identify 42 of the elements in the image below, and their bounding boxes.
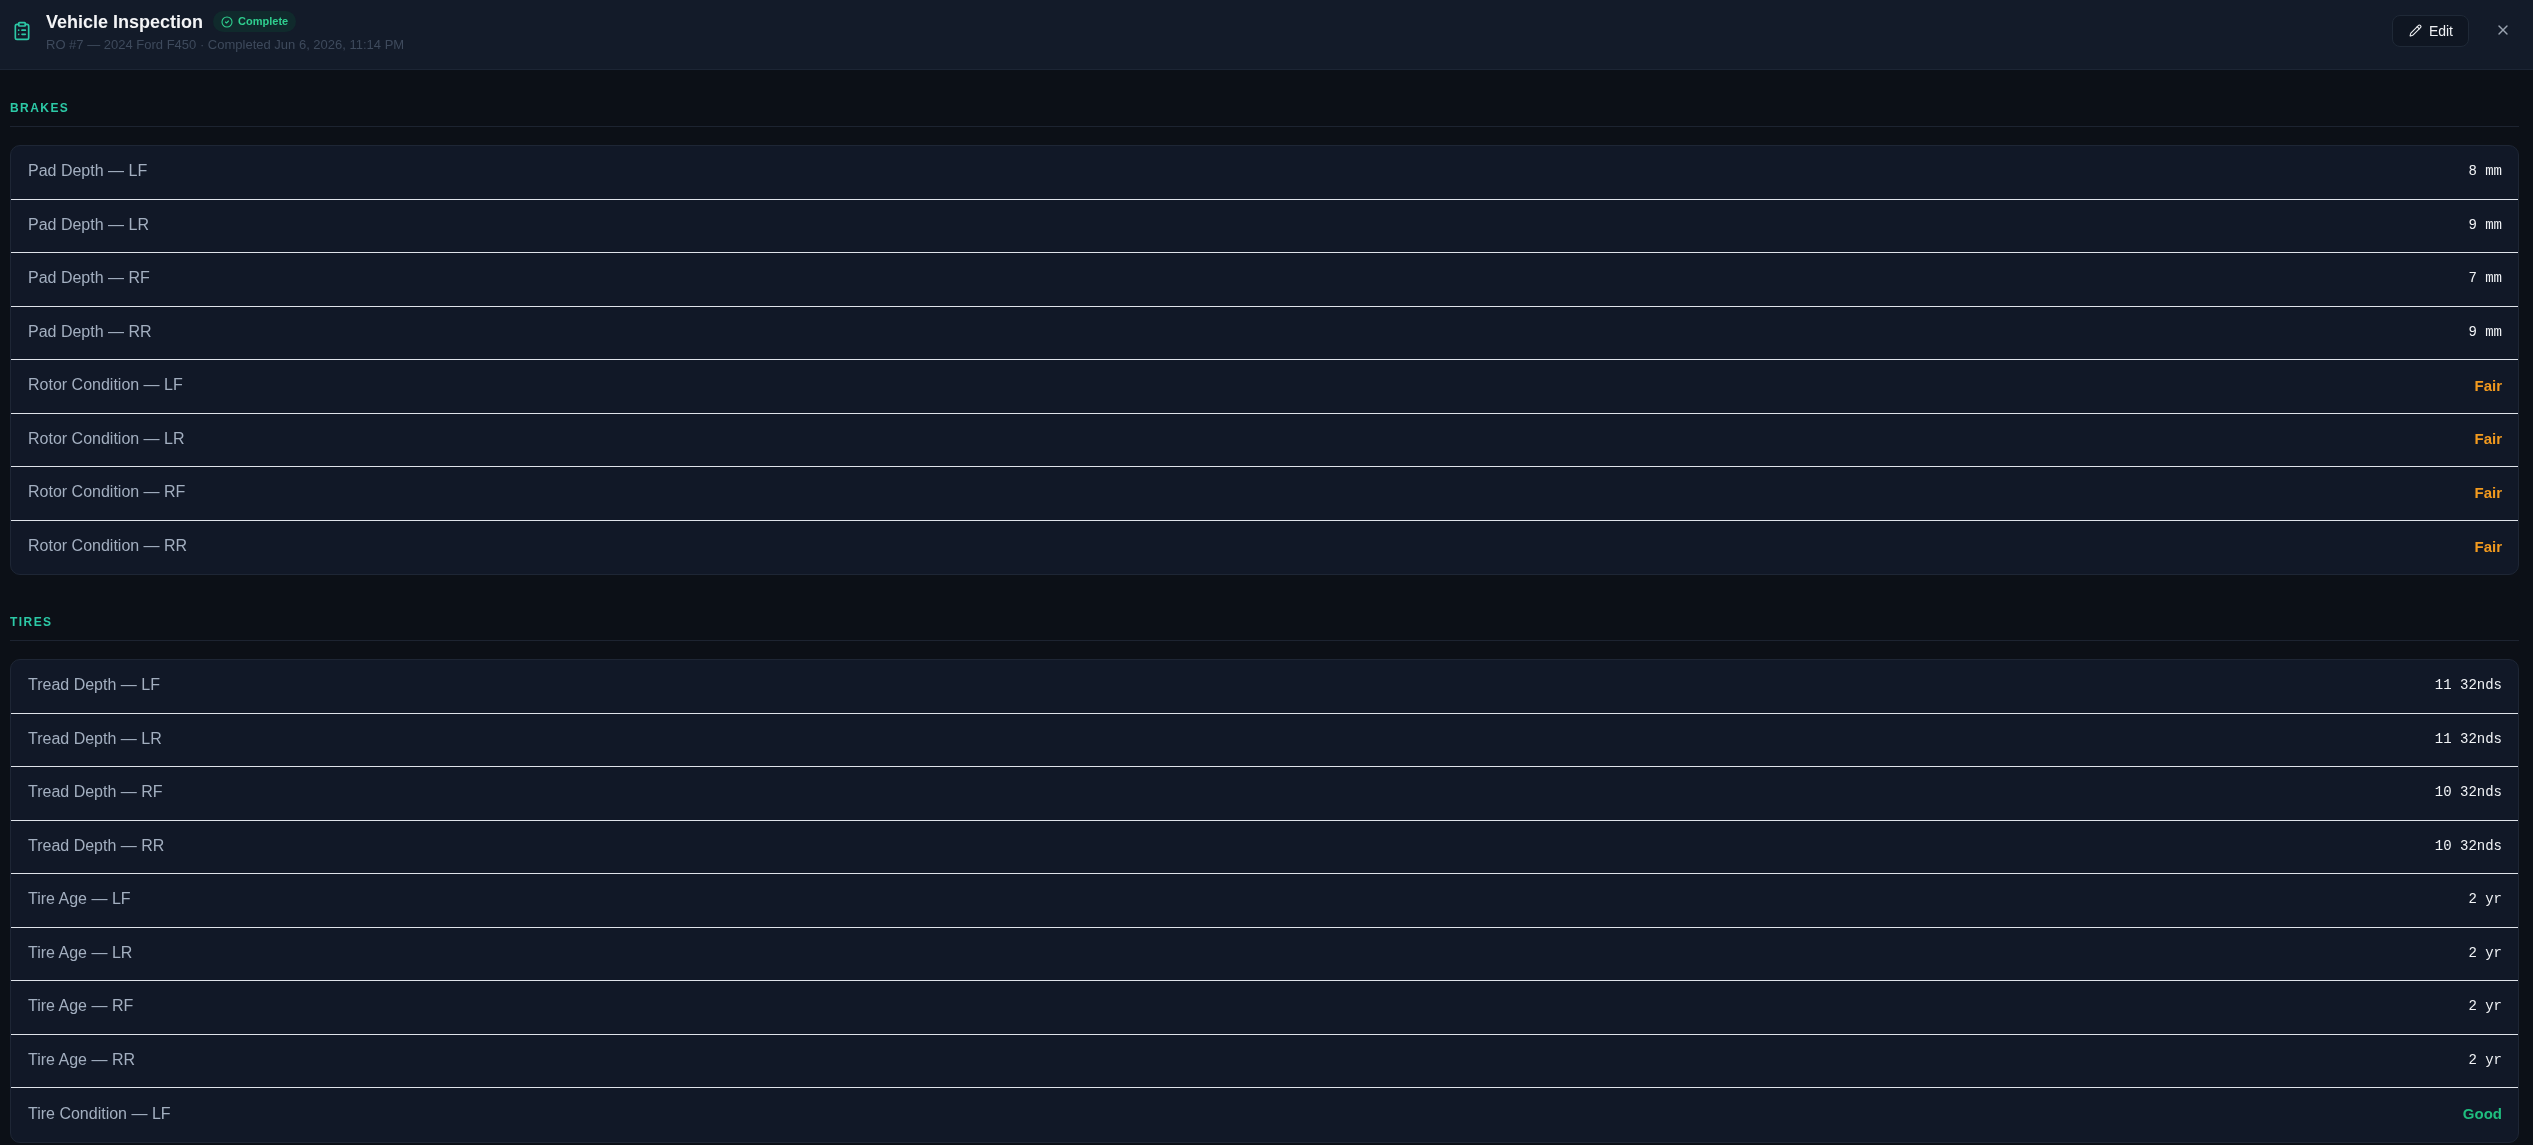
reading-value: 2 yr <box>2468 998 2502 1015</box>
section-title: BRAKES <box>10 101 70 115</box>
item-label: Pad Depth — RF <box>28 269 150 288</box>
item-label: Pad Depth — RR <box>28 322 152 341</box>
rating-value: Fair <box>2474 537 2502 555</box>
reading-value: 2 yr <box>2468 1051 2502 1068</box>
item-label: Tire Age — LR <box>28 943 133 962</box>
rating-value: Fair <box>2474 430 2502 448</box>
item-label: Tread Depth — LF <box>28 676 160 695</box>
reading-value: 9 mm <box>2468 323 2502 340</box>
item-label: Tire Condition — LF <box>28 1104 171 1123</box>
pencil-icon <box>2408 24 2422 37</box>
reading-value: 10 32nds <box>2434 784 2502 801</box>
edit-button[interactable]: Edit <box>2391 14 2469 47</box>
reading-value: 8 mm <box>2468 163 2502 180</box>
item-label: Rotor Condition — RR <box>28 537 188 556</box>
item-label: Tire Age — RF <box>28 997 134 1016</box>
item-label: Rotor Condition — RF <box>28 483 186 502</box>
item-label: Tire Age — RR <box>28 1050 135 1069</box>
page-title: Vehicle Inspection <box>46 10 204 33</box>
item-label: Tire Age — LF <box>28 890 131 909</box>
reading-value: 11 32nds <box>2434 677 2502 694</box>
item-label: Tread Depth — LR <box>28 729 162 748</box>
rating-value: Fair <box>2474 376 2502 394</box>
item-label: Rotor Condition — LR <box>28 429 185 448</box>
check-circle-icon <box>221 15 234 28</box>
clipboard-icon <box>12 20 32 41</box>
reading-value: 7 mm <box>2468 270 2502 287</box>
status-badge: Complete <box>213 11 297 32</box>
rating-value: Good <box>2462 1105 2502 1123</box>
section-title: TIRES <box>10 615 53 629</box>
item-label: Tread Depth — RF <box>28 783 163 802</box>
reading-value: 2 yr <box>2468 944 2502 961</box>
reading-value: 10 32nds <box>2434 837 2502 854</box>
reading-value: 9 mm <box>2468 216 2502 233</box>
item-label: Tread Depth — RR <box>28 836 165 855</box>
reading-value: 2 yr <box>2468 891 2502 908</box>
item-label: Pad Depth — LR <box>28 215 149 234</box>
reading-value: 11 32nds <box>2434 730 2502 747</box>
rating-value: Fair <box>2474 483 2502 501</box>
item-label: Rotor Condition — LF <box>28 376 183 395</box>
item-label: Pad Depth — LF <box>28 162 148 181</box>
